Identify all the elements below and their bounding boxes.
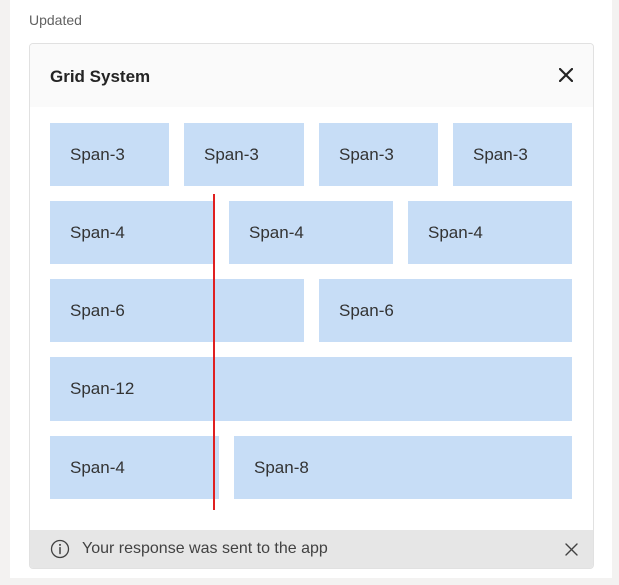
grid-cell: Span-8	[234, 436, 572, 499]
card-title: Grid System	[50, 67, 151, 86]
grid-cell: Span-4	[229, 201, 393, 264]
grid-row-span-12: Span-12	[50, 357, 572, 421]
grid-cell: Span-4	[50, 201, 214, 264]
dismiss-status-button[interactable]	[561, 539, 581, 559]
grid-row-span-3: Span-3 Span-3 Span-3 Span-3	[50, 123, 572, 186]
status-message: Your response was sent to the app	[82, 540, 328, 557]
grid-row-span-6: Span-6 Span-6	[50, 279, 572, 342]
grid-layout: Span-3 Span-3 Span-3 Span-3 Span-4 Span-…	[50, 123, 572, 514]
grid-system-card: Grid System Span-3 Span-3 Span-3 Span-3 …	[29, 43, 594, 569]
grid-row-span-4-8: Span-4 Span-8	[50, 436, 572, 499]
grid-cell: Span-4	[50, 436, 219, 499]
column-divider-line	[213, 194, 215, 510]
close-icon	[559, 68, 573, 82]
grid-cell: Span-3	[319, 123, 438, 186]
grid-cell: Span-4	[408, 201, 572, 264]
grid-cell: Span-6	[50, 279, 304, 342]
grid-cell: Span-3	[453, 123, 572, 186]
close-button[interactable]	[553, 62, 579, 88]
status-bar: Your response was sent to the app	[30, 530, 593, 568]
grid-cell: Span-12	[50, 357, 572, 421]
grid-cell: Span-3	[50, 123, 169, 186]
grid-cell: Span-6	[319, 279, 572, 342]
page-surface: Updated Grid System Span-3 Span-3 Span-3…	[10, 0, 612, 578]
card-header: Grid System	[30, 44, 593, 107]
updated-label: Updated	[29, 12, 82, 28]
grid-cell: Span-3	[184, 123, 304, 186]
grid-row-span-4: Span-4 Span-4 Span-4	[50, 201, 572, 264]
dismiss-icon	[564, 542, 578, 556]
info-icon	[50, 539, 70, 559]
